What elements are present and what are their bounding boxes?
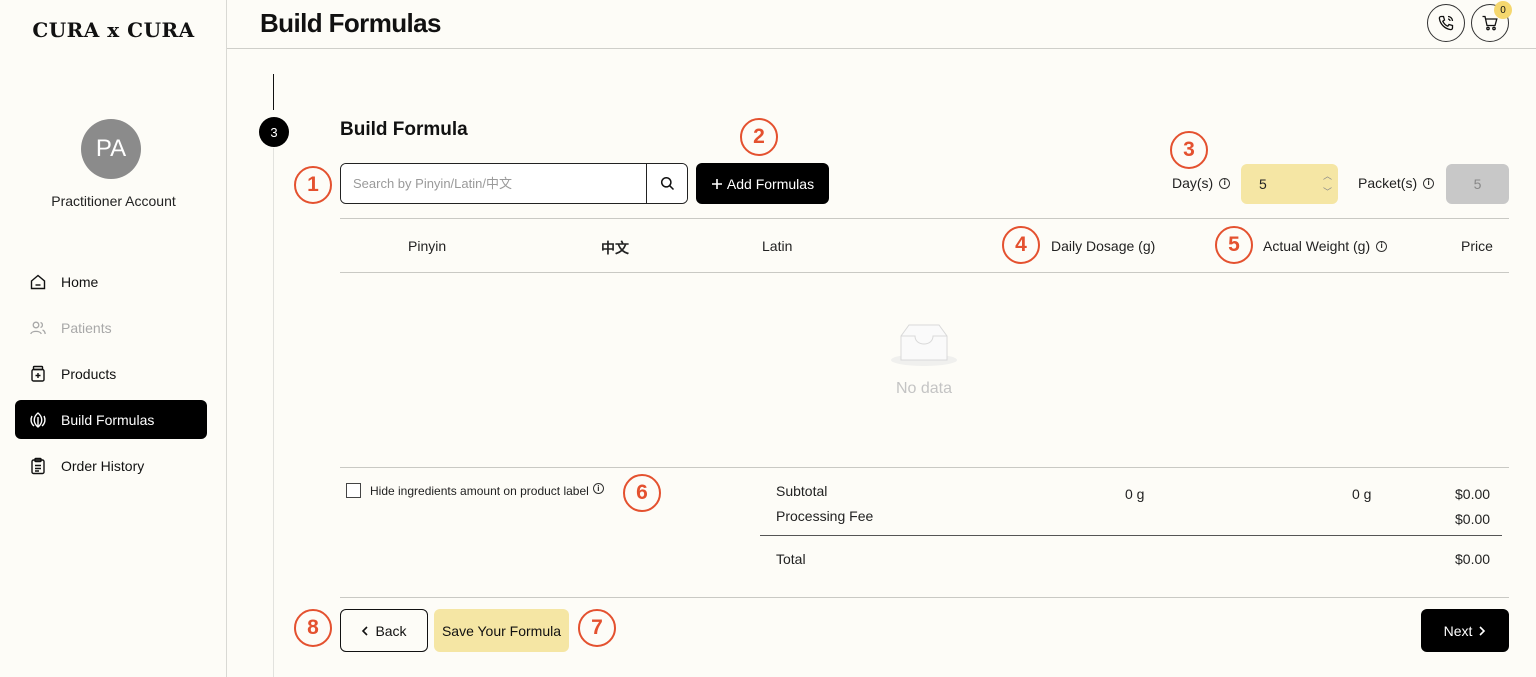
sidebar-item-products[interactable]: Products [15, 354, 207, 393]
info-icon[interactable]: i [1219, 177, 1231, 189]
total-price: $0.00 [1455, 551, 1491, 567]
totals-divider [760, 535, 1502, 536]
sidebar-item-order-history[interactable]: Order History [15, 446, 207, 485]
column-header-actual-weight: Actual Weight (g) [1263, 238, 1371, 254]
users-icon [29, 319, 47, 337]
clipboard-icon [29, 457, 47, 475]
info-icon[interactable]: i [1376, 240, 1388, 252]
annotation-marker-8: 8 [294, 609, 332, 647]
phone-icon [1438, 15, 1454, 31]
plus-icon [711, 178, 722, 189]
chevron-down-icon[interactable]: ﹀ [1323, 184, 1332, 200]
table-bottom-border [340, 467, 1509, 468]
annotation-marker-5: 5 [1215, 226, 1253, 264]
add-formulas-label: Add Formulas [726, 175, 815, 192]
home-icon [29, 273, 47, 291]
packets-field: 5 [1446, 164, 1509, 204]
subtotal-daily-dosage: 0 g [1125, 486, 1145, 502]
packets-label-group: Packet(s) i [1358, 175, 1435, 191]
packets-value: 5 [1473, 176, 1482, 192]
days-value: 5 [1259, 176, 1267, 192]
subtotal-actual-weight: 0 g [1352, 486, 1372, 502]
empty-state-text: No data [895, 380, 953, 397]
processing-fee-price: $0.00 [1455, 511, 1491, 527]
back-button[interactable]: Back [340, 609, 428, 652]
page-title: Build Formulas [260, 8, 441, 38]
table-top-border [340, 218, 1509, 219]
annotation-marker-2: 2 [740, 118, 778, 156]
column-header-price: Price [1461, 238, 1493, 254]
product-jar-icon [29, 365, 47, 383]
sidebar-item-label: Patients [61, 319, 112, 336]
annotation-marker-1: 1 [294, 166, 332, 204]
table-header-border [340, 272, 1509, 273]
processing-fee-label: Processing Fee [776, 508, 874, 524]
sidebar-item-label: Order History [61, 457, 145, 474]
sidebar-nav: Home Patients Products Build Formulas Or… [15, 262, 207, 492]
days-stepper[interactable]: 5 ︿ ﹀ [1241, 164, 1338, 204]
leaf-icon [29, 411, 47, 429]
next-label: Next [1443, 622, 1473, 639]
sidebar-item-build-formulas[interactable]: Build Formulas [15, 400, 207, 439]
stepper-arrows: ︿ ﹀ [1323, 168, 1332, 200]
hide-ingredients-label: Hide ingredients amount on product label [370, 483, 589, 498]
brand-logo[interactable]: CURA x CURA [0, 18, 227, 42]
search-icon [660, 176, 674, 191]
hide-ingredients-checkbox[interactable] [346, 483, 361, 498]
phone-button[interactable] [1427, 4, 1465, 42]
hide-ingredients-row: Hide ingredients amount on product label… [346, 483, 604, 498]
total-label: Total [776, 551, 806, 567]
column-header-daily-dosage: Daily Dosage (g) [1051, 238, 1156, 254]
subtotal-label: Subtotal [776, 483, 828, 499]
next-button[interactable]: Next [1421, 609, 1509, 652]
sidebar-item-label: Products [61, 365, 117, 382]
step-number-badge: 3 [259, 117, 289, 147]
search-button[interactable] [646, 164, 687, 203]
annotation-marker-6: 6 [623, 474, 661, 512]
sidebar-item-label: Home [61, 273, 99, 290]
section-title: Build Formula [340, 119, 468, 140]
chevron-up-icon[interactable]: ︿ [1323, 168, 1332, 184]
cart-button[interactable]: 0 [1471, 1, 1512, 42]
column-header-pinyin: Pinyin [408, 238, 447, 254]
sidebar-item-home[interactable]: Home [15, 262, 207, 301]
days-label-group: Day(s) i [1172, 175, 1231, 191]
chevron-right-icon [1479, 625, 1486, 636]
sidebar-item-label: Build Formulas [61, 411, 155, 428]
column-header-latin: Latin [762, 238, 793, 254]
annotation-marker-4: 4 [1002, 226, 1040, 264]
chevron-left-icon [362, 625, 369, 636]
annotation-marker-7: 7 [578, 609, 616, 647]
subtotal-price: $0.00 [1455, 486, 1491, 502]
info-icon[interactable]: i [592, 483, 604, 494]
save-formula-button[interactable]: Save Your Formula [434, 609, 569, 652]
step-connector-bottom [273, 148, 274, 677]
back-label: Back [375, 622, 407, 639]
add-formulas-button[interactable]: Add Formulas [696, 163, 829, 204]
info-icon[interactable]: i [1423, 177, 1435, 189]
empty-inbox-icon [891, 324, 957, 366]
search-input[interactable] [341, 164, 646, 203]
column-header-chinese: 中文 [601, 240, 629, 256]
column-header-actual-weight-group: Actual Weight (g) i [1263, 238, 1388, 254]
footer-border [340, 597, 1509, 598]
step-connector-top [273, 74, 274, 110]
avatar[interactable]: PA [81, 119, 141, 179]
packets-label: Packet(s) [1358, 175, 1418, 191]
account-name: Practitioner Account [51, 193, 176, 209]
top-header: Build Formulas 0 [227, 0, 1536, 49]
sidebar: CURA x CURA PA Practitioner Account Home… [0, 0, 227, 677]
sidebar-item-patients[interactable]: Patients [15, 308, 207, 347]
annotation-marker-3: 3 [1170, 131, 1208, 169]
search-field [340, 163, 688, 204]
cart-count-badge: 0 [1494, 1, 1512, 19]
days-label: Day(s) [1172, 175, 1214, 191]
